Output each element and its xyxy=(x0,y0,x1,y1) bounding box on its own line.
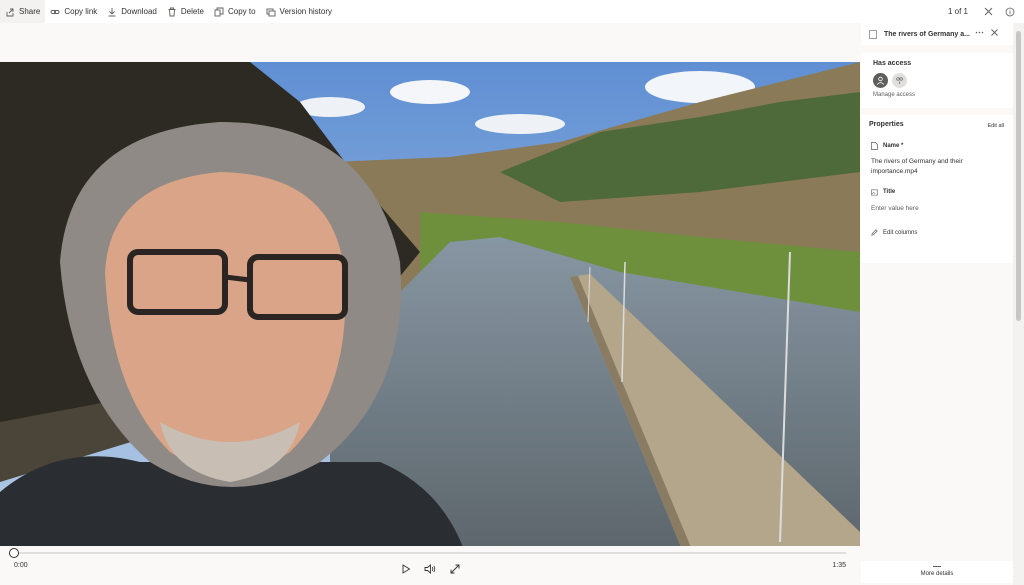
title-label-text: Title xyxy=(883,189,896,195)
info-button[interactable] xyxy=(1002,4,1018,20)
properties-card: Properties Edit all Name * The rivers of… xyxy=(861,115,1013,263)
trash-icon xyxy=(167,7,177,17)
toolbar-right: 1 of 1 xyxy=(948,0,1024,23)
image-icon xyxy=(871,188,878,196)
share-icon xyxy=(5,7,15,17)
seek-bar[interactable] xyxy=(14,552,846,554)
edit-columns-label: Edit columns xyxy=(883,229,918,236)
download-button[interactable]: Download xyxy=(102,0,162,23)
access-card: Has access Manage access xyxy=(861,53,1013,108)
share-button[interactable]: Share xyxy=(0,0,46,23)
properties-heading: Properties xyxy=(869,121,904,128)
panel-file-title: The rivers of Germany a... xyxy=(884,30,970,38)
document-icon xyxy=(871,142,878,150)
name-label-text: Name * xyxy=(883,143,904,149)
info-icon xyxy=(1005,7,1015,16)
delete-label: Delete xyxy=(180,7,204,16)
command-bar: Share Copy link Download Delete Copy to … xyxy=(0,0,1024,23)
current-time: 0:00 xyxy=(14,562,28,569)
version-history-button[interactable]: Version history xyxy=(261,0,337,23)
play-button[interactable] xyxy=(399,562,413,576)
edit-all-link[interactable]: Edit all xyxy=(987,123,1004,129)
media-viewer: 0:00 1:35 xyxy=(0,23,860,585)
has-access-heading: Has access xyxy=(873,60,912,67)
panel-header: The rivers of Germany a... ⋯ xyxy=(861,23,1013,45)
owner-avatar[interactable] xyxy=(873,73,888,88)
manage-access-link[interactable]: Manage access xyxy=(873,92,915,98)
volume-button[interactable] xyxy=(423,562,437,576)
delete-button[interactable]: Delete xyxy=(162,0,209,23)
close-icon xyxy=(991,29,998,36)
play-icon xyxy=(402,564,411,574)
duration: 1:35 xyxy=(832,562,846,569)
copy-link-button[interactable]: Copy link xyxy=(45,0,102,23)
copy-to-button[interactable]: Copy to xyxy=(209,0,261,23)
panel-scrollbar[interactable] xyxy=(1013,23,1024,585)
people-icon xyxy=(896,77,903,84)
download-icon xyxy=(107,7,117,17)
edit-columns-button[interactable]: Edit columns xyxy=(871,229,917,236)
chevron-up-icon xyxy=(933,566,941,567)
volume-icon xyxy=(424,564,436,574)
player-controls: 0:00 1:35 xyxy=(0,546,860,585)
copy-link-label: Copy link xyxy=(64,7,98,16)
seek-thumb[interactable] xyxy=(9,548,19,558)
more-details-label: More details xyxy=(920,571,954,577)
name-field-label: Name * xyxy=(871,142,903,150)
close-icon xyxy=(984,7,992,16)
version-history-label: Version history xyxy=(279,7,333,16)
video-frame[interactable] xyxy=(0,62,860,569)
copy-to-label: Copy to xyxy=(227,7,256,16)
fullscreen-icon xyxy=(450,564,460,574)
person-icon xyxy=(876,76,885,85)
share-label: Share xyxy=(19,7,41,16)
link-icon xyxy=(50,7,60,17)
shared-link-avatar[interactable] xyxy=(892,73,907,88)
more-options-button[interactable]: ⋯ xyxy=(975,27,984,38)
video-still xyxy=(0,62,860,569)
download-label: Download xyxy=(121,7,157,16)
title-field-input[interactable]: Enter value here xyxy=(871,205,1001,212)
pencil-icon xyxy=(871,229,878,236)
close-panel-button[interactable] xyxy=(991,28,998,38)
history-icon xyxy=(266,7,276,17)
panel-scroll-thumb[interactable] xyxy=(1016,31,1021,321)
close-viewer-button[interactable] xyxy=(980,4,996,20)
video-file-icon xyxy=(869,29,877,39)
more-details-button[interactable]: More details xyxy=(861,561,1013,583)
page-count: 1 of 1 xyxy=(947,7,968,16)
fullscreen-button[interactable] xyxy=(448,562,462,576)
title-field-label: Title xyxy=(871,188,895,196)
details-panel: The rivers of Germany a... ⋯ Has access … xyxy=(861,23,1013,585)
copy-icon xyxy=(214,7,224,17)
name-field-value[interactable]: The rivers of Germany and their importan… xyxy=(871,157,1001,177)
